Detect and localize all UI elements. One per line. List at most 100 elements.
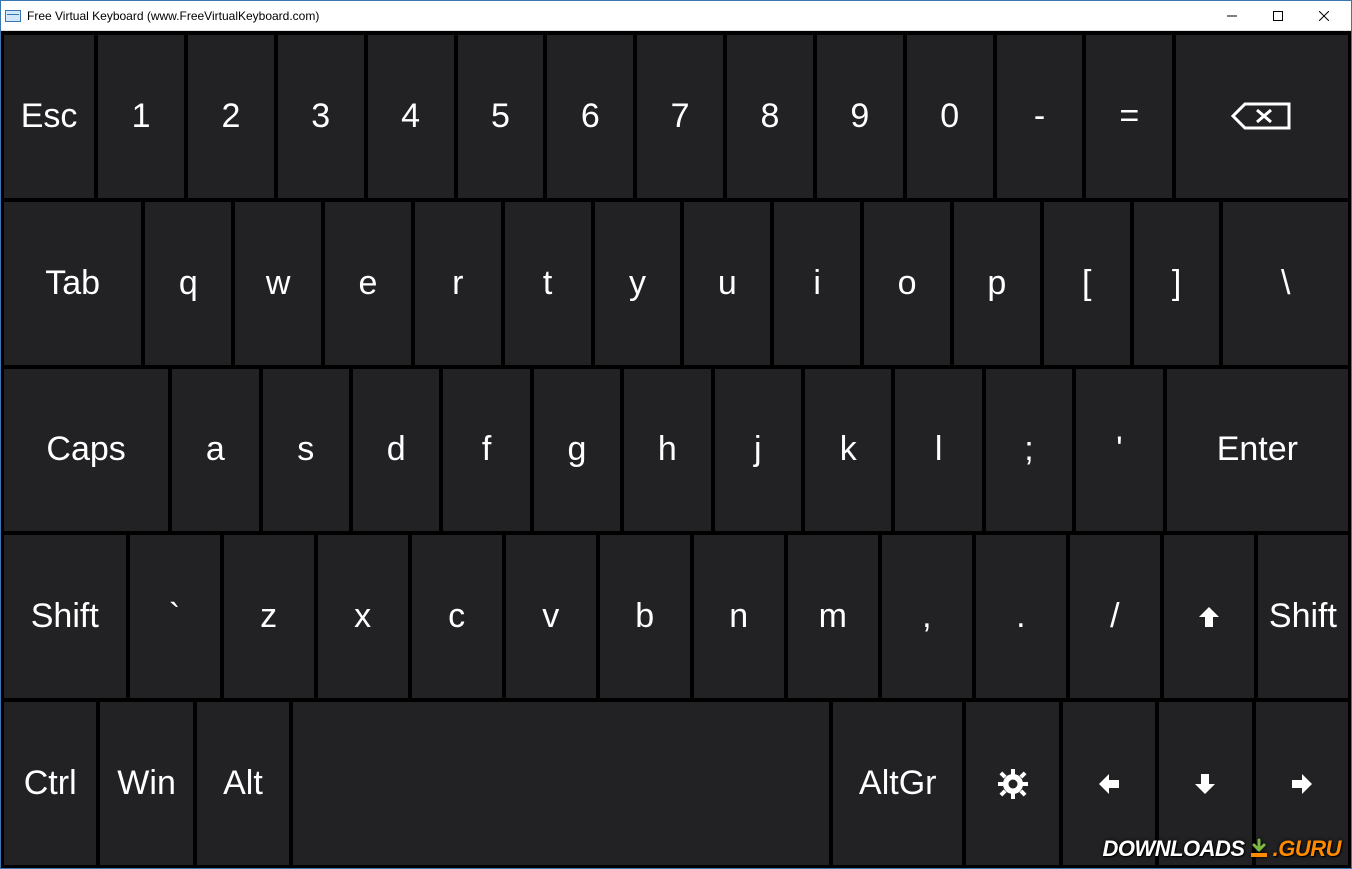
key-settings[interactable] — [966, 702, 1058, 865]
key-y[interactable]: y — [595, 202, 681, 365]
key-d[interactable]: d — [353, 369, 439, 532]
key-5[interactable]: 5 — [458, 35, 544, 198]
arrow-down-icon — [1191, 770, 1219, 798]
arrow-up-icon — [1195, 603, 1223, 631]
key-backslash[interactable]: \ — [1223, 202, 1347, 365]
key-label: 7 — [671, 97, 690, 136]
key-label: 6 — [581, 97, 600, 136]
key-semicolon[interactable]: ; — [986, 369, 1072, 532]
key-label: [ — [1082, 264, 1091, 303]
key-a[interactable]: a — [172, 369, 258, 532]
key-p[interactable]: p — [954, 202, 1040, 365]
minimize-button[interactable] — [1209, 1, 1255, 31]
key-n[interactable]: n — [694, 535, 784, 698]
key-3[interactable]: 3 — [278, 35, 364, 198]
key-i[interactable]: i — [774, 202, 860, 365]
window-title: Free Virtual Keyboard (www.FreeVirtualKe… — [27, 9, 319, 23]
key-shift-left[interactable]: Shift — [4, 535, 126, 698]
key-f[interactable]: f — [443, 369, 529, 532]
key-9[interactable]: 9 — [817, 35, 903, 198]
key-o[interactable]: o — [864, 202, 950, 365]
key-6[interactable]: 6 — [547, 35, 633, 198]
gear-icon — [997, 768, 1029, 800]
key-period[interactable]: . — [976, 535, 1066, 698]
key-label: 2 — [221, 97, 240, 136]
key-backtick[interactable]: ` — [130, 535, 220, 698]
key-space[interactable] — [293, 702, 829, 865]
key-equal[interactable]: = — [1086, 35, 1172, 198]
key-g[interactable]: g — [534, 369, 620, 532]
key-label: 5 — [491, 97, 510, 136]
key-shift-right[interactable]: Shift — [1258, 535, 1348, 698]
key-minus[interactable]: - — [997, 35, 1083, 198]
close-button[interactable] — [1301, 1, 1347, 31]
key-label: c — [448, 597, 465, 636]
key-label: 9 — [850, 97, 869, 136]
key-label: q — [179, 264, 198, 303]
key-w[interactable]: w — [235, 202, 321, 365]
key-label: d — [387, 430, 406, 469]
key-rbracket[interactable]: ] — [1134, 202, 1220, 365]
key-enter[interactable]: Enter — [1167, 369, 1348, 532]
key-label: 0 — [940, 97, 959, 136]
keyboard-row: Shift ` zx c v b nm,. / Shift — [4, 535, 1348, 698]
keyboard-row: Esc 1 2345 6 789 0-= — [4, 35, 1348, 198]
key-b[interactable]: b — [600, 535, 690, 698]
key-8[interactable]: 8 — [727, 35, 813, 198]
titlebar[interactable]: Free Virtual Keyboard (www.FreeVirtualKe… — [1, 1, 1351, 31]
download-icon — [1249, 838, 1269, 860]
key-label: v — [542, 597, 559, 636]
key-slash[interactable]: / — [1070, 535, 1160, 698]
key-alt[interactable]: Alt — [197, 702, 289, 865]
key-label: w — [266, 264, 291, 303]
key-2[interactable]: 2 — [188, 35, 274, 198]
key-l[interactable]: l — [895, 369, 981, 532]
maximize-button[interactable] — [1255, 1, 1301, 31]
key-apostrophe[interactable]: ' — [1076, 369, 1162, 532]
key-label: y — [629, 264, 646, 303]
key-4[interactable]: 4 — [368, 35, 454, 198]
key-k[interactable]: k — [805, 369, 891, 532]
key-e[interactable]: e — [325, 202, 411, 365]
key-x[interactable]: x — [318, 535, 408, 698]
key-u[interactable]: u — [684, 202, 770, 365]
key-0[interactable]: 0 — [907, 35, 993, 198]
key-label: m — [819, 597, 847, 636]
key-label: / — [1110, 597, 1119, 636]
key-q[interactable]: q — [145, 202, 231, 365]
watermark-left: DOWNLOADS — [1102, 836, 1244, 862]
key-h[interactable]: h — [624, 369, 710, 532]
key-label: Win — [117, 764, 176, 803]
key-lbracket[interactable]: [ — [1044, 202, 1130, 365]
key-label: 1 — [132, 97, 151, 136]
key-label: s — [297, 430, 314, 469]
key-altgr[interactable]: AltGr — [833, 702, 962, 865]
key-label: b — [635, 597, 654, 636]
key-label: \ — [1281, 264, 1290, 303]
key-j[interactable]: j — [715, 369, 801, 532]
key-label: j — [754, 430, 762, 469]
key-label: ; — [1024, 430, 1033, 469]
key-7[interactable]: 7 — [637, 35, 723, 198]
key-s[interactable]: s — [263, 369, 349, 532]
key-c[interactable]: c — [412, 535, 502, 698]
key-ctrl[interactable]: Ctrl — [4, 702, 96, 865]
key-label: e — [359, 264, 378, 303]
keyboard-row: Tabq w ertyuiop [] \ — [4, 202, 1348, 365]
key-label: ` — [169, 597, 180, 636]
key-v[interactable]: v — [506, 535, 596, 698]
key-z[interactable]: z — [224, 535, 314, 698]
key-win[interactable]: Win — [100, 702, 192, 865]
key-caps[interactable]: Caps — [4, 369, 168, 532]
key-r[interactable]: r — [415, 202, 501, 365]
key-comma[interactable]: , — [882, 535, 972, 698]
key-backspace[interactable] — [1176, 35, 1348, 198]
key-tab[interactable]: Tab — [4, 202, 141, 365]
key-t[interactable]: t — [505, 202, 591, 365]
key-1[interactable]: 1 — [98, 35, 184, 198]
key-label: , — [922, 597, 931, 636]
key-label: Alt — [223, 764, 263, 803]
key-arrow-up[interactable] — [1164, 535, 1254, 698]
key-esc[interactable]: Esc — [4, 35, 94, 198]
key-m[interactable]: m — [788, 535, 878, 698]
